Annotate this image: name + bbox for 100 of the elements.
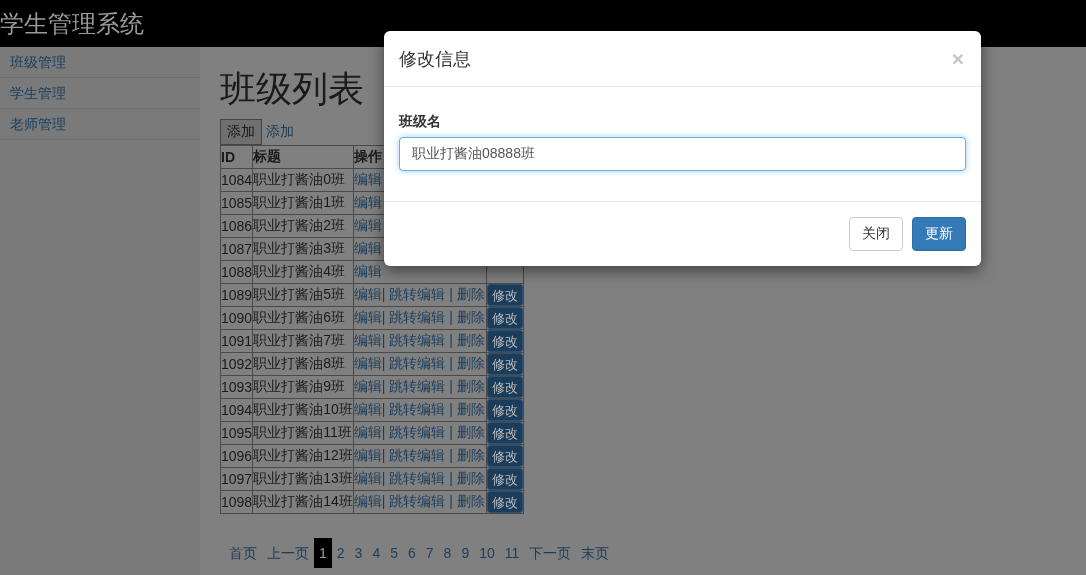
action-link[interactable]: 跳转编辑 [389,378,446,394]
sidebar-item[interactable]: 班级管理 [0,47,200,78]
prev-page-link[interactable]: 上一页 [262,538,314,568]
action-link[interactable]: 跳转编辑 [389,309,446,325]
column-header: ID [220,145,253,169]
action-link[interactable]: 跳转编辑 [389,355,446,371]
separator-text: | [448,447,454,463]
page-heading: 班级列表 [220,69,365,109]
action-link[interactable]: 删除 [456,332,485,348]
table-cell: 职业打酱油3班 [252,237,354,261]
close-button[interactable]: × [949,48,966,69]
page-link[interactable]: 6 [403,538,421,568]
action-link[interactable]: 跳转编辑 [389,401,446,417]
action-link[interactable]: 跳转编辑 [389,447,446,463]
table-cell: 1090 [220,306,253,330]
separator-text: | [381,332,387,348]
edit-button[interactable]: 修改 [486,353,523,375]
page-link[interactable]: 1 [314,538,332,568]
edit-button[interactable]: 修改 [486,468,523,490]
separator-text: | [381,470,387,486]
action-link[interactable]: 编辑 [353,447,382,463]
edit-button[interactable]: 修改 [486,399,523,421]
edit-button[interactable]: 修改 [486,376,523,398]
action-link[interactable]: 编辑 [353,309,382,325]
add-link[interactable]: 添加 [266,123,294,141]
action-link[interactable]: 编辑 [353,171,382,187]
table-cell: 职业打酱油9班 [252,375,354,399]
update-button[interactable]: 更新 [912,217,966,251]
table-cell: 职业打酱油1班 [252,191,354,215]
table-cell: 职业打酱油5班 [252,283,354,307]
separator-text: | [448,378,454,394]
table-cell: 1093 [220,375,253,399]
action-link[interactable]: 删除 [456,309,485,325]
separator-text: | [381,378,387,394]
separator-text: | [381,286,387,302]
table-cell: 职业打酱油4班 [252,260,354,284]
action-link[interactable]: 编辑 [353,470,382,486]
table-cell: 1092 [220,352,253,376]
separator-text: | [448,493,454,509]
table-cell: 职业打酱油2班 [252,214,354,238]
page-link[interactable]: 2 [331,538,350,568]
sidebar-item[interactable]: 老师管理 [0,109,200,140]
table-cell: 1097 [220,467,253,491]
action-link[interactable]: 编辑 [353,194,382,210]
separator-text: | [448,470,454,486]
page-link[interactable]: 3 [349,538,368,568]
separator-text: | [448,286,454,302]
edit-button[interactable]: 修改 [486,307,523,329]
action-link[interactable]: 删除 [456,286,485,302]
brand-title[interactable]: 学生管理系统 [0,0,144,47]
separator-text: | [381,493,387,509]
action-link[interactable]: 编辑 [353,263,382,279]
first-page-link[interactable]: 首页 [224,538,262,568]
close-dialog-button[interactable]: 关闭 [849,217,903,251]
class-name-field[interactable]: 职业打酱油08888班 [399,137,966,171]
action-link[interactable]: 编辑 [353,355,382,371]
edit-button[interactable]: 修改 [486,284,523,306]
table-cell: 职业打酱油12班 [252,444,354,468]
next-page-link[interactable]: 下一页 [524,538,577,568]
edit-button[interactable]: 修改 [486,445,523,467]
separator-text: | [381,309,387,325]
action-link[interactable]: 删除 [456,355,485,371]
action-link[interactable]: 删除 [456,401,485,417]
action-link[interactable]: 编辑 [353,424,382,440]
edit-button[interactable]: 修改 [486,422,523,444]
action-link[interactable]: 跳转编辑 [389,424,446,440]
table-cell: 职业打酱油8班 [252,352,354,376]
action-link[interactable]: 编辑 [353,332,382,348]
action-link[interactable]: 编辑 [353,286,382,302]
action-link[interactable]: 删除 [456,424,485,440]
action-link[interactable]: 跳转编辑 [389,332,446,348]
action-link[interactable]: 编辑 [353,217,382,233]
separator-text: | [448,309,454,325]
action-link[interactable]: 删除 [456,493,485,509]
sidebar-item[interactable]: 学生管理 [0,78,200,109]
add-button[interactable]: 添加 [220,119,262,145]
action-link[interactable]: 删除 [456,470,485,486]
action-link[interactable]: 编辑 [353,493,382,509]
action-link[interactable]: 跳转编辑 [389,286,446,302]
page-link[interactable]: 11 [499,538,525,568]
table-cell: 职业打酱油13班 [252,467,354,491]
action-link[interactable]: 编辑 [353,378,382,394]
separator-text: | [381,401,387,417]
separator-text: | [448,401,454,417]
action-link[interactable]: 删除 [456,378,485,394]
action-link[interactable]: 跳转编辑 [389,470,446,486]
page-link[interactable]: 8 [438,538,457,568]
page-link[interactable]: 10 [474,538,500,568]
page-link[interactable]: 9 [456,538,475,568]
page-link[interactable]: 7 [420,538,439,568]
page-link[interactable]: 5 [385,538,403,568]
action-link[interactable]: 编辑 [353,401,382,417]
page-link[interactable]: 4 [367,538,386,568]
edit-button[interactable]: 修改 [486,330,523,352]
action-link[interactable]: 删除 [456,447,485,463]
table-cell: 职业打酱油6班 [252,306,354,330]
action-link[interactable]: 跳转编辑 [389,493,446,509]
last-page-link[interactable]: 末页 [576,538,615,568]
edit-button[interactable]: 修改 [486,491,523,513]
action-link[interactable]: 编辑 [353,240,382,256]
